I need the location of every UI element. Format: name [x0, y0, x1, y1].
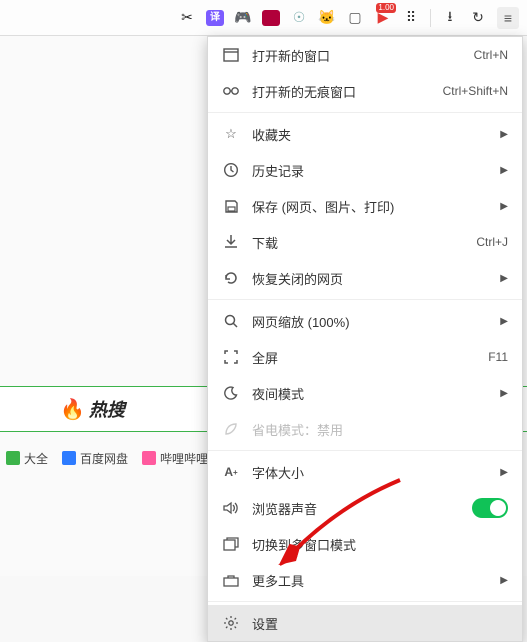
chevron-right-icon: ▶ [500, 316, 508, 327]
main-menu: 打开新的窗口 Ctrl+N 打开新的无痕窗口 Ctrl+Shift+N ☆ 收藏… [207, 36, 523, 642]
hot-search-label: 热搜 [89, 396, 125, 422]
font-size-icon: A+ [222, 463, 240, 481]
moon-icon [222, 384, 240, 402]
history-icon [222, 161, 240, 179]
separator [430, 9, 431, 27]
chevron-right-icon: ▶ [500, 575, 508, 586]
chevron-right-icon: ▶ [500, 201, 508, 212]
menu-save[interactable]: 保存 (网页、图片、打印) ▶ [208, 188, 522, 224]
site-icon [142, 451, 156, 465]
flame-icon: 🔥 [60, 397, 85, 422]
quick-link[interactable]: 哔哩哔哩 [142, 450, 208, 467]
menu-font-size[interactable]: A+ 字体大小 ▶ [208, 454, 522, 490]
menu-night-mode[interactable]: 夜间模式 ▶ [208, 375, 522, 411]
chevron-right-icon: ▶ [500, 388, 508, 399]
zoom-icon [222, 312, 240, 330]
adblock-icon[interactable] [262, 10, 280, 26]
menu-history[interactable]: 历史记录 ▶ [208, 152, 522, 188]
menu-separator [208, 299, 522, 300]
apps-grid-icon[interactable]: ⠿ [402, 9, 420, 27]
leaf-icon [222, 420, 240, 438]
menu-label: 保存 (网页、图片、打印) [252, 197, 394, 216]
chevron-right-icon: ▶ [500, 165, 508, 176]
flag-badge: 1.00 [376, 3, 396, 13]
menu-label: 浏览器声音 [252, 499, 317, 518]
menu-power-save: 省电模式：禁用 [208, 411, 522, 447]
menu-label: 切换到多窗口模式 [252, 535, 356, 554]
site-icon [6, 451, 20, 465]
menu-label: 恢复关闭的网页 [252, 269, 343, 288]
star-icon: ☆ [222, 125, 240, 143]
menu-multiwindow[interactable]: 切换到多窗口模式 [208, 526, 522, 562]
menu-shortcut: Ctrl+Shift+N [443, 84, 508, 98]
site-icon [62, 451, 76, 465]
menu-fullscreen[interactable]: 全屏 F11 [208, 339, 522, 375]
menu-downloads[interactable]: 下载 Ctrl+J [208, 224, 522, 260]
menu-label: 设置 [252, 614, 278, 633]
window-icon [222, 46, 240, 64]
menu-label: 夜间模式 [252, 384, 304, 403]
gear-icon [222, 614, 240, 632]
fullscreen-icon [222, 348, 240, 366]
menu-settings[interactable]: 设置 [208, 605, 522, 641]
incognito-icon [222, 82, 240, 100]
save-icon [222, 197, 240, 215]
menu-more-tools[interactable]: 更多工具 ▶ [208, 562, 522, 598]
menu-browser-sound[interactable]: 浏览器声音 [208, 490, 522, 526]
chevron-right-icon: ▶ [500, 467, 508, 478]
menu-separator [208, 112, 522, 113]
gamepad-icon[interactable]: 🎮 [234, 9, 252, 27]
quick-link-label: 百度网盘 [80, 450, 128, 467]
sound-icon [222, 499, 240, 517]
menu-shortcut: Ctrl+J [476, 235, 508, 249]
scissors-icon[interactable]: ✂ [178, 9, 196, 27]
refresh-icon[interactable]: ↻ [469, 9, 487, 27]
reader-icon[interactable]: ▢ [346, 9, 364, 27]
menu-new-incognito[interactable]: 打开新的无痕窗口 Ctrl+Shift+N [208, 73, 522, 109]
globe-icon[interactable]: ☉ [290, 9, 308, 27]
quick-link[interactable]: 大全 [6, 450, 48, 467]
toolbox-icon [222, 571, 240, 589]
menu-reopen-closed[interactable]: 恢复关闭的网页 ▶ [208, 260, 522, 296]
menu-separator [208, 450, 522, 451]
download-icon[interactable]: ⭳ [441, 9, 459, 27]
menu-label: 省电模式：禁用 [252, 420, 343, 439]
menu-zoom[interactable]: 网页缩放 (100%) ▶ [208, 303, 522, 339]
translate-icon[interactable]: 译 [206, 10, 224, 26]
menu-label: 历史记录 [252, 161, 304, 180]
menu-label: 下载 [252, 233, 278, 252]
menu-label: 网页缩放 (100%) [252, 312, 350, 331]
quick-link-label: 大全 [24, 450, 48, 467]
menu-new-window[interactable]: 打开新的窗口 Ctrl+N [208, 37, 522, 73]
browser-toolbar: ✂ 译 🎮 ☉ 🐱 ▢ ▶1.00 ⠿ ⭳ ↻ ≡ [0, 0, 527, 36]
menu-favorites[interactable]: ☆ 收藏夹 ▶ [208, 116, 522, 152]
download-icon [222, 233, 240, 251]
sound-toggle[interactable] [472, 498, 508, 518]
menu-separator [208, 601, 522, 602]
multiwindow-icon [222, 535, 240, 553]
chevron-right-icon: ▶ [500, 129, 508, 140]
menu-label: 全屏 [252, 348, 278, 367]
flag-icon[interactable]: ▶1.00 [374, 9, 392, 27]
menu-shortcut: F11 [488, 350, 508, 364]
menu-label: 字体大小 [252, 463, 304, 482]
restore-icon [222, 269, 240, 287]
cat-icon[interactable]: 🐱 [318, 9, 336, 27]
chevron-right-icon: ▶ [500, 273, 508, 284]
menu-label: 收藏夹 [252, 125, 291, 144]
quick-link-label: 哔哩哔哩 [160, 450, 208, 467]
menu-label: 打开新的无痕窗口 [252, 82, 356, 101]
menu-label: 打开新的窗口 [252, 46, 330, 65]
hamburger-menu-icon[interactable]: ≡ [497, 7, 519, 29]
quick-link[interactable]: 百度网盘 [62, 450, 128, 467]
menu-shortcut: Ctrl+N [474, 48, 508, 62]
menu-label: 更多工具 [252, 571, 304, 590]
